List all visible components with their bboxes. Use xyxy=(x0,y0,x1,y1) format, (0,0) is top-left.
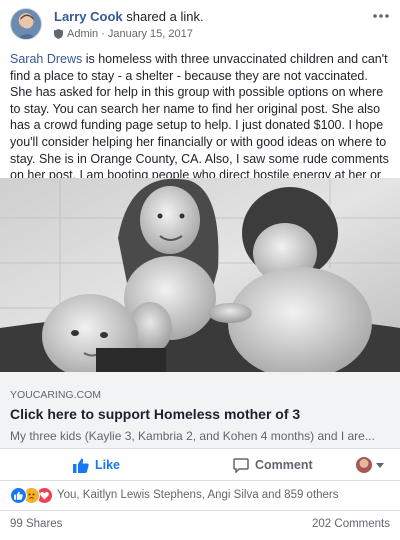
author-name[interactable]: Larry Cook xyxy=(54,9,123,24)
mini-avatar xyxy=(356,457,372,473)
post-date[interactable]: January 15, 2017 xyxy=(108,28,193,40)
like-label: Like xyxy=(95,458,121,472)
children-photo xyxy=(0,178,400,372)
meta-separator: · xyxy=(101,28,105,40)
post-header: Larry Cook shared a link. Admin · Januar… xyxy=(10,8,390,44)
comment-label: Comment xyxy=(255,458,313,472)
action-bar: Like Comment xyxy=(0,449,400,481)
link-preview[interactable]: YOUCARING.COM Click here to support Home… xyxy=(0,372,400,449)
shared-action-text: shared a link. xyxy=(126,9,204,24)
post-meta: Admin · January 15, 2017 xyxy=(54,28,193,40)
shield-icon xyxy=(54,29,63,39)
like-thumb-icon xyxy=(73,458,89,473)
link-description: My three kids (Kaylie 3, Kambria 2, and … xyxy=(10,429,375,443)
author-avatar[interactable] xyxy=(10,8,42,40)
post-as-selector[interactable] xyxy=(356,457,384,473)
post-text: is homeless with three unvaccinated chil… xyxy=(10,52,389,199)
reactions-summary[interactable]: You, Kaitlyn Lewis Stephens, Angi Silva … xyxy=(10,486,339,504)
divider xyxy=(0,510,400,511)
comment-icon xyxy=(233,457,249,473)
like-reaction-icon xyxy=(10,486,27,504)
facebook-post: Larry Cook shared a link. Admin · Januar… xyxy=(0,0,400,540)
link-preview-image[interactable] xyxy=(0,178,400,372)
caret-down-icon xyxy=(376,462,384,468)
reactions-text: You, Kaitlyn Lewis Stephens, Angi Silva … xyxy=(57,489,339,501)
link-title[interactable]: Click here to support Homeless mother of… xyxy=(10,406,300,422)
author-line: Larry Cook shared a link. xyxy=(54,9,204,24)
mention-link[interactable]: Sarah Drews xyxy=(10,52,82,66)
role-label: Admin xyxy=(67,28,99,40)
more-options-icon[interactable] xyxy=(372,10,390,20)
shares-count[interactable]: 99 Shares xyxy=(10,518,62,530)
like-button[interactable]: Like xyxy=(73,449,120,481)
comments-count[interactable]: 202 Comments xyxy=(312,518,390,530)
comment-button[interactable]: Comment xyxy=(233,449,313,481)
avatar-portrait-icon xyxy=(17,14,37,39)
link-domain: YOUCARING.COM xyxy=(10,389,102,401)
